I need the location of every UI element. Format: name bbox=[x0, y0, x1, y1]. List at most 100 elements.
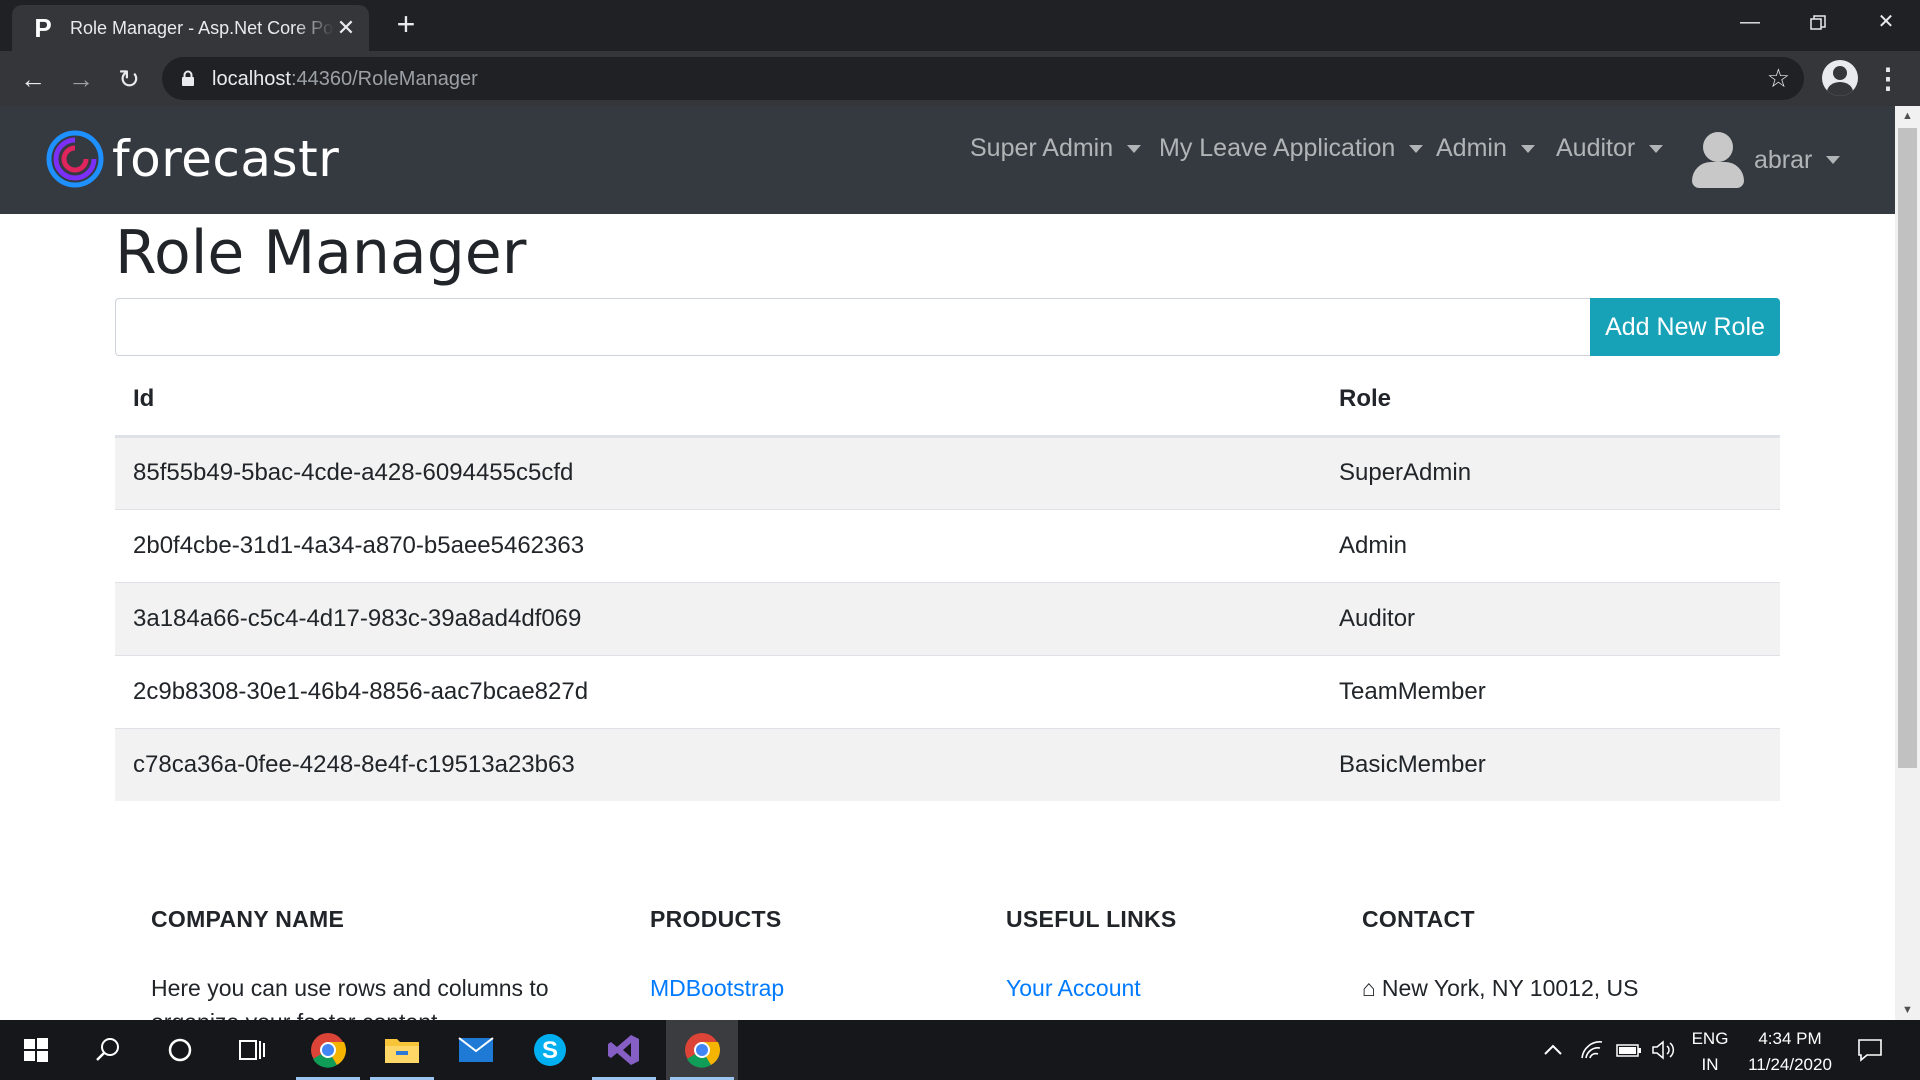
footer-products-heading: PRODUCTS bbox=[650, 906, 782, 932]
add-new-role-button[interactable]: Add New Role bbox=[1590, 298, 1780, 356]
brand-name: forecastr bbox=[112, 130, 340, 188]
footer-company: COMPANY NAME Here you can use rows and c… bbox=[151, 906, 571, 1020]
chrome-icon[interactable] bbox=[292, 1020, 364, 1080]
table-row: 2c9b8308-30e1-46b4-8856-aac7bcae827d Tea… bbox=[115, 654, 1780, 728]
search-icon[interactable] bbox=[72, 1020, 144, 1080]
show-hidden-icons-icon[interactable] bbox=[1543, 1020, 1563, 1080]
file-explorer-icon[interactable] bbox=[366, 1020, 438, 1080]
home-icon: ⌂ bbox=[1362, 975, 1376, 1001]
taskbar-clock[interactable]: 4:34 PM 11/24/2020 bbox=[1740, 1026, 1840, 1078]
footer-contact-address: New York, NY 10012, US bbox=[1381, 975, 1639, 1001]
wifi-icon[interactable] bbox=[1580, 1020, 1604, 1080]
nav-super-admin-label: Super Admin bbox=[970, 134, 1114, 162]
table-header-row: Id Role bbox=[115, 364, 1780, 438]
url-text: localhost:44360/RoleManager bbox=[212, 68, 478, 91]
svg-text:S: S bbox=[542, 1037, 558, 1064]
new-tab-button[interactable]: + bbox=[390, 8, 422, 40]
restore-icon[interactable] bbox=[1784, 0, 1852, 44]
scroll-thumb[interactable] bbox=[1898, 128, 1917, 768]
browser-tab[interactable]: P Role Manager - Asp.Net Core Portal ✕ bbox=[12, 5, 369, 51]
footer-contact: CONTACT ⌂ New York, NY 10012, US bbox=[1362, 906, 1782, 1005]
browser-tabstrip: P Role Manager - Asp.Net Core Portal ✕ +… bbox=[0, 0, 1920, 51]
role-id-cell: 85f55b49-5bac-4cde-a428-6094455c5cfd bbox=[115, 435, 1321, 509]
role-name-input[interactable] bbox=[115, 298, 1591, 356]
table-row: 3a184a66-c5c4-4d17-983c-39a8ad4df069 Aud… bbox=[115, 581, 1780, 655]
forecastr-logo-icon bbox=[46, 130, 104, 188]
scroll-down-arrow-icon[interactable]: ▼ bbox=[1895, 1000, 1920, 1020]
brand-logo[interactable]: forecastr bbox=[46, 130, 339, 188]
footer-contact-heading: CONTACT bbox=[1362, 906, 1475, 932]
page-title: Role Manager bbox=[115, 218, 527, 288]
scroll-up-arrow-icon[interactable]: ▲ bbox=[1895, 106, 1920, 126]
url-path: :44360/RoleManager bbox=[290, 68, 478, 90]
nav-auditor[interactable]: Auditor bbox=[1556, 134, 1664, 163]
clock-time: 4:34 PM bbox=[1758, 1029, 1822, 1048]
notifications-icon[interactable] bbox=[1857, 1020, 1883, 1080]
nav-auditor-label: Auditor bbox=[1556, 134, 1636, 162]
nav-my-leave-application-label: My Leave Application bbox=[1159, 134, 1396, 162]
nav-my-leave-application[interactable]: My Leave Application bbox=[1159, 134, 1424, 163]
tab-favicon-icon: P bbox=[34, 12, 52, 43]
role-name-cell: TeamMember bbox=[1321, 654, 1780, 728]
user-menu[interactable]: abrar bbox=[1692, 132, 1841, 188]
close-window-icon[interactable]: ✕ bbox=[1852, 0, 1920, 44]
profile-icon[interactable] bbox=[1822, 60, 1858, 96]
user-name: abrar bbox=[1754, 145, 1813, 174]
input-language[interactable]: ENG IN bbox=[1688, 1026, 1732, 1078]
cortana-icon[interactable] bbox=[144, 1020, 216, 1080]
mail-icon[interactable] bbox=[440, 1020, 512, 1080]
skype-icon[interactable]: S bbox=[514, 1020, 586, 1080]
column-header-role: Role bbox=[1321, 364, 1780, 438]
windows-taskbar: S ENG IN 4:34 PM 11/24/2020 bbox=[0, 1020, 1920, 1080]
role-id-cell: c78ca36a-0fee-4248-8e4f-c19513a23b63 bbox=[115, 727, 1321, 801]
avatar bbox=[1692, 132, 1744, 188]
site-navbar: forecastr Super Admin My Leave Applicati… bbox=[0, 106, 1895, 214]
address-bar[interactable]: localhost:44360/RoleManager ☆ bbox=[162, 57, 1804, 100]
column-header-id: Id bbox=[115, 364, 1321, 438]
footer-link-your-account[interactable]: Your Account bbox=[1006, 971, 1177, 1005]
role-id-cell: 3a184a66-c5c4-4d17-983c-39a8ad4df069 bbox=[115, 581, 1321, 655]
footer-useful-links: USEFUL LINKS Your Account bbox=[1006, 906, 1177, 1005]
url-host: localhost bbox=[212, 68, 291, 90]
table-row: 2b0f4cbe-31d1-4a34-a870-b5aee5462363 Adm… bbox=[115, 508, 1780, 582]
clock-date: 11/24/2020 bbox=[1748, 1055, 1832, 1074]
back-arrow-icon[interactable]: ← bbox=[15, 61, 51, 97]
input-language-bottom: IN bbox=[1701, 1055, 1719, 1074]
volume-icon[interactable] bbox=[1651, 1020, 1675, 1080]
table-row: c78ca36a-0fee-4248-8e4f-c19513a23b63 Bas… bbox=[115, 727, 1780, 801]
browser-menu-icon[interactable]: ⋮ bbox=[1874, 61, 1902, 97]
battery-icon[interactable] bbox=[1616, 1020, 1642, 1080]
page-scrollbar[interactable]: ▲ ▼ bbox=[1895, 106, 1920, 1020]
nav-admin[interactable]: Admin bbox=[1436, 134, 1535, 163]
input-language-top: ENG bbox=[1691, 1029, 1729, 1048]
caret-down-icon bbox=[1826, 156, 1841, 164]
role-name-cell: Auditor bbox=[1321, 581, 1780, 655]
footer-link-mdbootstrap[interactable]: MDBootstrap bbox=[650, 971, 784, 1005]
reload-icon[interactable]: ↻ bbox=[111, 61, 147, 97]
page-viewport: forecastr Super Admin My Leave Applicati… bbox=[0, 106, 1895, 1020]
task-view-icon[interactable] bbox=[216, 1020, 288, 1080]
forward-arrow-icon[interactable]: → bbox=[63, 61, 99, 97]
caret-down-icon bbox=[1520, 144, 1535, 153]
footer-useful-links-heading: USEFUL LINKS bbox=[1006, 906, 1177, 932]
roles-table: Id Role 85f55b49-5bac-4cde-a428-6094455c… bbox=[115, 364, 1780, 801]
caret-down-icon bbox=[1649, 144, 1664, 153]
lock-icon bbox=[182, 70, 194, 86]
footer-company-heading: COMPANY NAME bbox=[151, 906, 345, 932]
caret-down-icon bbox=[1127, 144, 1142, 153]
footer-contact-address-row: ⌂ New York, NY 10012, US bbox=[1362, 971, 1782, 1005]
start-icon[interactable] bbox=[0, 1020, 72, 1080]
role-id-cell: 2c9b8308-30e1-46b4-8856-aac7bcae827d bbox=[115, 654, 1321, 728]
table-row: 85f55b49-5bac-4cde-a428-6094455c5cfd Sup… bbox=[115, 435, 1780, 509]
visual-studio-icon[interactable] bbox=[588, 1020, 660, 1080]
role-name-cell: Admin bbox=[1321, 508, 1780, 582]
footer-company-text: Here you can use rows and columns to org… bbox=[151, 975, 549, 1020]
role-name-cell: BasicMember bbox=[1321, 727, 1780, 801]
role-id-cell: 2b0f4cbe-31d1-4a34-a870-b5aee5462363 bbox=[115, 508, 1321, 582]
nav-super-admin[interactable]: Super Admin bbox=[970, 134, 1142, 163]
chrome-active-icon[interactable] bbox=[666, 1020, 738, 1080]
minimize-icon[interactable]: — bbox=[1716, 0, 1784, 44]
tab-title: Role Manager - Asp.Net Core Portal bbox=[70, 17, 334, 38]
tab-close-icon[interactable]: ✕ bbox=[335, 17, 357, 39]
bookmark-star-icon[interactable]: ☆ bbox=[1767, 64, 1790, 92]
